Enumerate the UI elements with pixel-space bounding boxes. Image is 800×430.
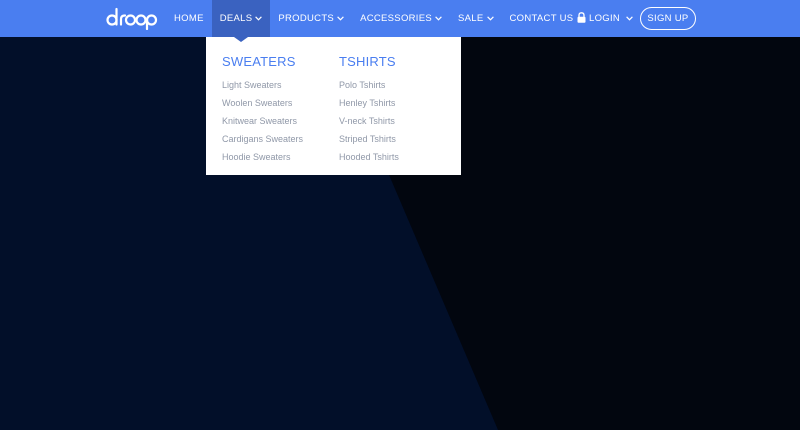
chevron-down-icon [435, 13, 442, 24]
top-navbar: HOME DEALS PRODUCTS ACCESSORIES SALE CON… [0, 0, 800, 42]
nav-deals[interactable]: DEALS [211, 0, 271, 42]
chevron-down-icon [255, 13, 263, 24]
sign-up-button[interactable]: SIGN UP [640, 7, 696, 30]
nav-accessories[interactable]: ACCESSORIES [352, 0, 450, 37]
login-label: LOGIN [589, 13, 621, 24]
lock-icon [577, 11, 586, 26]
nav-sale-label: SALE [458, 13, 484, 24]
nav-products-label: PRODUCTS [278, 13, 335, 24]
column-title[interactable]: SWEATERS [222, 54, 303, 70]
nav-home-label: HOME [174, 13, 204, 24]
dropdown-link[interactable]: Cardigans Sweaters [222, 130, 303, 148]
dropdown-link[interactable]: Henley Tshirts [339, 94, 399, 112]
dropdown-link[interactable]: V-neck Tshirts [339, 112, 399, 130]
nav-sale[interactable]: SALE [450, 0, 502, 37]
chevron-down-icon [486, 13, 494, 24]
dropdown-link[interactable]: Polo Tshirts [339, 76, 399, 94]
chevron-down-icon [337, 13, 344, 24]
droop-logo[interactable] [106, 6, 158, 30]
column-title[interactable]: TSHIRTS [339, 54, 399, 70]
nav-contact-us-label: CONTACT US [509, 13, 574, 24]
chevron-down-icon [626, 13, 633, 24]
nav-deals-label: DEALS [219, 13, 253, 24]
login-button[interactable]: LOGIN [577, 0, 633, 37]
main-nav: HOME DEALS PRODUCTS ACCESSORIES SALE CON… [166, 0, 582, 42]
deals-dropdown-menu: SWEATERS Light Sweaters Woolen Sweaters … [206, 37, 461, 175]
dropdown-link[interactable]: Hooded Tshirts [339, 148, 399, 166]
dropdown-column-sweaters: SWEATERS Light Sweaters Woolen Sweaters … [222, 54, 303, 166]
dropdown-caret-pointer [234, 37, 249, 42]
dropdown-link[interactable]: Hoodie Sweaters [222, 148, 303, 166]
dropdown-link[interactable]: Light Sweaters [222, 76, 303, 94]
dropdown-link[interactable]: Knitwear Sweaters [222, 112, 303, 130]
dropdown-column-tshirts: TSHIRTS Polo Tshirts Henley Tshirts V-ne… [339, 54, 399, 166]
dropdown-link[interactable]: Striped Tshirts [339, 130, 399, 148]
dropdown-link[interactable]: Woolen Sweaters [222, 94, 303, 112]
sign-up-label: SIGN UP [647, 13, 689, 24]
nav-contact-us[interactable]: CONTACT US [502, 0, 582, 37]
nav-accessories-label: ACCESSORIES [360, 13, 433, 24]
nav-home[interactable]: HOME [166, 0, 212, 37]
nav-products[interactable]: PRODUCTS [270, 0, 352, 37]
